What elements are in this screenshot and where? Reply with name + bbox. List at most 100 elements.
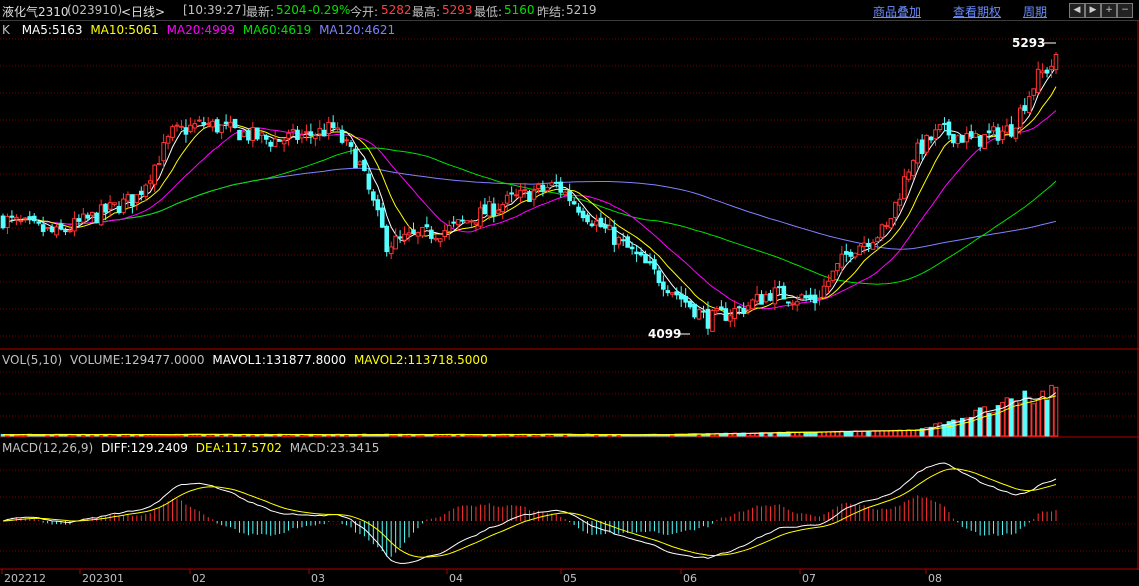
candle-body [357, 161, 363, 166]
candle-body [710, 310, 715, 332]
candle-body [661, 281, 666, 290]
candle-body [714, 308, 720, 312]
candle-body [808, 294, 813, 300]
high-annotation: 5293 [1012, 36, 1045, 50]
candle-body [830, 270, 836, 281]
candle-body [576, 206, 581, 213]
candle-body [130, 194, 135, 207]
volume-bar [982, 406, 987, 437]
x-axis-label: 04 [449, 572, 463, 585]
x-axis-label: 03 [311, 572, 325, 585]
candle-body [353, 148, 358, 169]
candle-body [879, 224, 885, 238]
candle-body [888, 218, 894, 229]
candle-body [536, 183, 541, 189]
candle-body [848, 251, 854, 257]
volume-bar [933, 423, 938, 437]
mavol2-line [2, 395, 1057, 436]
candle-body [27, 216, 33, 220]
candle-body [362, 159, 367, 172]
candle-body [616, 236, 622, 245]
candle-body [919, 139, 925, 155]
candle-body [223, 121, 229, 125]
volume-bar [884, 430, 889, 437]
candle-body [553, 181, 559, 184]
candle-body [1031, 88, 1036, 96]
candle-body [139, 190, 144, 195]
candle-body [915, 142, 920, 164]
candle-body [937, 124, 943, 131]
candle-body [63, 230, 68, 233]
candle-body [656, 270, 662, 283]
candle-body [232, 118, 238, 129]
x-axis-label: 02 [192, 572, 206, 585]
ma120-line [2, 167, 1057, 250]
candle-body [594, 220, 599, 226]
candle-body [40, 224, 46, 232]
candle-body [125, 194, 131, 202]
candle-body [5, 215, 10, 229]
candle-body [406, 232, 412, 236]
candle-body [857, 245, 862, 256]
candle-body [433, 237, 439, 241]
candle-body [652, 259, 657, 270]
candle-body [116, 205, 122, 214]
candle-body [946, 121, 952, 136]
volume-bar [968, 417, 974, 437]
candle-body [121, 198, 126, 214]
candle-body [620, 239, 626, 242]
candle-body [531, 190, 537, 200]
candle-body [870, 242, 876, 250]
volume-bar [986, 412, 992, 437]
candle-body [665, 290, 671, 294]
candle-body [388, 246, 394, 255]
candle-body [250, 126, 256, 142]
candle-body [866, 242, 871, 248]
volume-bar [955, 420, 961, 437]
candle-body [692, 303, 697, 318]
candle-body [759, 294, 764, 305]
candle-body [156, 162, 162, 165]
candle-body [696, 309, 702, 320]
candle-body [286, 132, 291, 139]
candle-body [321, 129, 327, 137]
candle-body [1026, 96, 1032, 114]
candle-body [727, 315, 733, 322]
candle-body [901, 176, 907, 200]
candle-body [861, 242, 867, 248]
candle-body [558, 181, 564, 193]
candle-body [201, 122, 207, 125]
candle-body [429, 229, 434, 239]
candle-body [246, 130, 251, 141]
volume-bars [0, 384, 1059, 437]
candle-body [255, 127, 260, 140]
candle-body [371, 191, 376, 201]
candle-body [339, 129, 345, 143]
candle-body [299, 134, 305, 139]
candle-body [518, 189, 523, 198]
volume-bar [977, 407, 983, 437]
candle-body [906, 171, 912, 180]
volume-bar [1053, 386, 1059, 437]
candle-body [585, 214, 590, 223]
volume-bar [1035, 398, 1041, 437]
candle-body [763, 294, 769, 303]
candle-body [277, 139, 282, 142]
candle-body [134, 194, 140, 204]
candle-body [14, 216, 19, 220]
candle-body [9, 215, 15, 218]
candle-body [1000, 130, 1005, 141]
candle-body [803, 295, 809, 299]
candle-body [237, 129, 242, 141]
kline-chart[interactable]: 52934099 202212 202301 02 03 04 05 06 07 08 [0, 0, 1139, 586]
candle-body [973, 133, 978, 138]
candle-body [634, 251, 639, 255]
candle-body [313, 135, 318, 140]
candle-body [955, 135, 961, 145]
candle-body [107, 202, 113, 210]
candle-body [397, 236, 403, 239]
candle-body [772, 287, 778, 305]
volume-bar [812, 431, 818, 437]
candle-body [81, 213, 86, 223]
candle-body [754, 293, 760, 302]
